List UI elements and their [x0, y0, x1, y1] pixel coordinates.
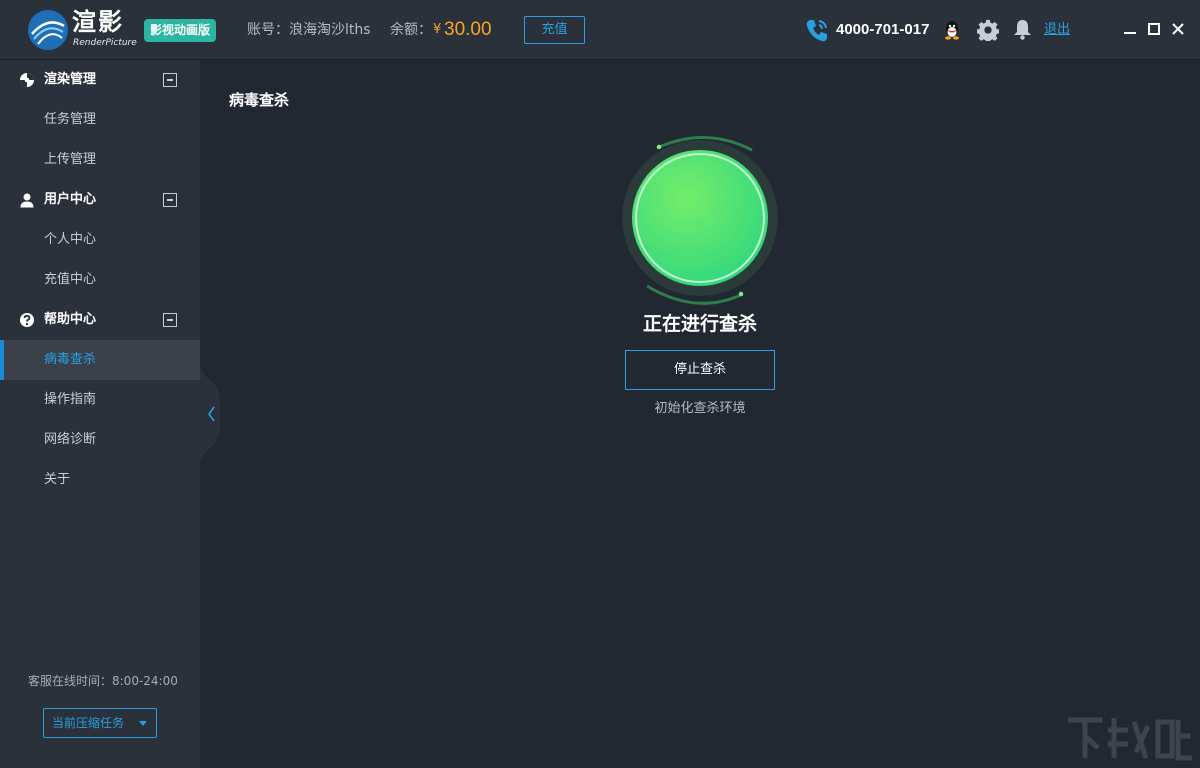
qq-icon[interactable]	[942, 19, 962, 41]
sidebar-item-task-management[interactable]: 任务管理	[0, 100, 200, 140]
phone-icon	[803, 16, 831, 44]
chevron-down-icon	[139, 721, 147, 726]
sidebar-group-label: 用户中心	[44, 191, 96, 209]
sidebar-group-render[interactable]: 渲染管理	[0, 60, 200, 100]
help-icon	[19, 312, 35, 328]
balance-currency: ¥	[433, 20, 441, 40]
balance-label: 余额：	[390, 20, 432, 40]
sidebar: 渲染管理 任务管理 上传管理 用户中心 个人中心 充值中心 帮助中心 病毒查杀 …	[0, 60, 200, 768]
maximize-icon[interactable]	[1147, 22, 1161, 36]
scan-status: 正在进行查杀	[560, 311, 840, 337]
page-title: 病毒查杀	[229, 90, 289, 110]
sidebar-group-label: 渲染管理	[44, 71, 96, 89]
logout-link[interactable]: 退出	[1044, 21, 1070, 39]
render-icon	[19, 72, 35, 88]
user-icon	[19, 192, 35, 208]
service-hours: 客服在线时间：8:00-24:00	[28, 672, 178, 690]
app-logo-icon	[26, 8, 70, 52]
watermark-logo-icon	[1064, 712, 1196, 764]
app-logo-subtitle: RenderPicture	[73, 37, 137, 49]
close-icon[interactable]	[1171, 22, 1185, 36]
recharge-button[interactable]: 充值	[524, 16, 585, 44]
sidebar-group-help[interactable]: 帮助中心	[0, 300, 200, 340]
edition-badge: 影视动画版	[144, 19, 216, 42]
title-bar: 渲影 RenderPicture 影视动画版 账号：浪海淘沙lths 余额： ¥…	[0, 0, 1200, 60]
sidebar-item-virus-scan[interactable]: 病毒查杀	[0, 340, 200, 380]
compress-task-dropdown[interactable]: 当前压缩任务	[43, 708, 157, 738]
sidebar-item-about[interactable]: 关于	[0, 460, 200, 500]
sidebar-item-user-guide[interactable]: 操作指南	[0, 380, 200, 420]
collapse-button[interactable]	[163, 73, 177, 87]
account-name: 账号：浪海淘沙lths	[247, 20, 371, 40]
scan-detail: 初始化查杀环境	[560, 400, 840, 418]
sidebar-group-label: 帮助中心	[44, 311, 96, 329]
sidebar-item-upload-management[interactable]: 上传管理	[0, 140, 200, 180]
app-logo-text: 渲影	[72, 8, 124, 36]
sidebar-item-personal-center[interactable]: 个人中心	[0, 220, 200, 260]
sidebar-item-network-diagnosis[interactable]: 网络诊断	[0, 420, 200, 460]
collapse-button[interactable]	[163, 313, 177, 327]
hotline-number: 4000-701-017	[836, 19, 929, 41]
sidebar-collapse-handle[interactable]	[200, 362, 222, 466]
gear-icon[interactable]	[977, 19, 999, 41]
collapse-button[interactable]	[163, 193, 177, 207]
sidebar-group-user[interactable]: 用户中心	[0, 180, 200, 220]
stop-scan-button[interactable]: 停止查杀	[625, 350, 775, 390]
sidebar-item-recharge-center[interactable]: 充值中心	[0, 260, 200, 300]
compress-task-label: 当前压缩任务	[52, 716, 124, 730]
scan-progress-ring	[617, 130, 783, 306]
minimize-icon[interactable]	[1123, 22, 1137, 36]
balance-amount: 30.00	[444, 17, 492, 43]
bell-icon[interactable]	[1012, 18, 1033, 41]
